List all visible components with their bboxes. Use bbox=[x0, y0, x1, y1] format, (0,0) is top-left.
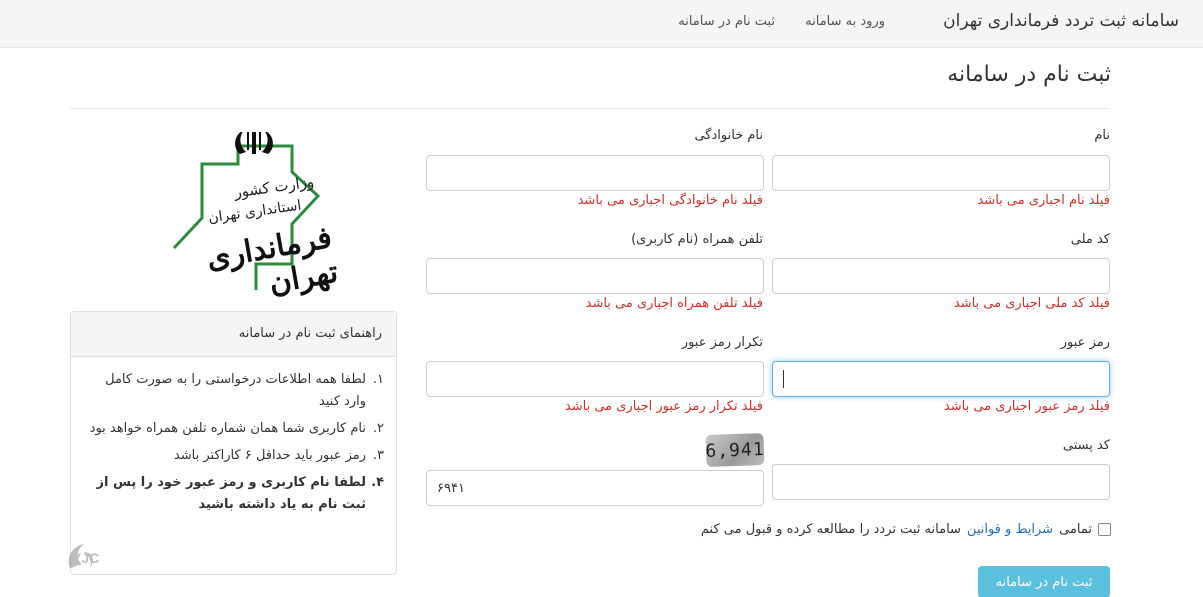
navbar-brand[interactable]: سامانه ثبت تردد فرمانداری تهران bbox=[943, 11, 1179, 31]
terms-link[interactable]: شرایط و قوانین bbox=[967, 522, 1053, 537]
guide-item: ۴. لطفا نام کاربری و رمز عبور خود را پس … bbox=[83, 472, 384, 516]
nav-login-link[interactable]: ورود به سامانه bbox=[805, 14, 885, 29]
postal-code-label: کد پستی bbox=[1062, 438, 1110, 453]
terms-suffix: سامانه ثبت تردد را مطالعه کرده و قبول می… bbox=[700, 522, 961, 537]
captcha-input[interactable] bbox=[426, 470, 764, 506]
text-caret bbox=[783, 370, 784, 388]
last-name-error: فیلد نام خانوادگی اجباری می باشد bbox=[577, 193, 763, 208]
national-code-input[interactable] bbox=[772, 258, 1110, 294]
terms-prefix: تمامی bbox=[1059, 522, 1092, 537]
password-input[interactable] bbox=[772, 361, 1110, 397]
password-repeat-error: فیلد تکرار رمز عبور اجباری می باشد bbox=[564, 399, 763, 414]
governorate-logo: وزارت کشور استانداری تهران فرمانداری تهر… bbox=[126, 128, 341, 301]
page-title: ثبت نام در سامانه bbox=[947, 62, 1111, 87]
yjc-watermark: YJC bbox=[24, 538, 106, 578]
password-repeat-input[interactable] bbox=[426, 361, 764, 397]
national-code-label: کد ملی bbox=[1070, 232, 1110, 247]
last-name-label: نام خانوادگی bbox=[694, 128, 763, 143]
last-name-input[interactable] bbox=[426, 155, 764, 191]
title-divider bbox=[70, 108, 1110, 109]
guide-item-number: ۳. bbox=[372, 448, 384, 463]
first-name-input[interactable] bbox=[772, 155, 1110, 191]
registration-guide-panel: راهنمای ثبت نام در سامانه ۱. لطفا همه اط… bbox=[70, 311, 397, 575]
top-navbar: سامانه ثبت تردد فرمانداری تهران ورود به … bbox=[0, 0, 1203, 48]
guide-item-number: ۱. bbox=[372, 372, 384, 387]
first-name-label: نام bbox=[1094, 128, 1110, 143]
terms-row: تمامی شرایط و قوانین سامانه ثبت تردد را … bbox=[701, 522, 1111, 537]
register-submit-button[interactable]: ثبت نام در سامانه bbox=[978, 566, 1110, 597]
mobile-input[interactable] bbox=[426, 258, 764, 294]
postal-code-input[interactable] bbox=[772, 464, 1110, 500]
guide-item-text: نام کاربری شما همان شماره تلفن همراه خوا… bbox=[89, 421, 366, 436]
first-name-error: فیلد نام اجباری می باشد bbox=[977, 193, 1110, 208]
watermark-text: YJC bbox=[72, 550, 100, 566]
mobile-error: فیلد تلفن همراه اجباری می باشد bbox=[585, 296, 763, 311]
guide-item: ۲. نام کاربری شما همان شماره تلفن همراه … bbox=[83, 418, 384, 440]
terms-checkbox[interactable] bbox=[1098, 523, 1111, 536]
guide-item-text: لطفا همه اطلاعات درخواستی را به صورت کام… bbox=[105, 372, 366, 409]
guide-item: ۳. رمز عبور باید حداقل ۶ کاراکتر باشد bbox=[83, 445, 384, 467]
guide-item-text: لطفا نام کاربری و رمز عبور خود را پس از … bbox=[96, 475, 366, 512]
password-label: رمز عبور bbox=[1060, 335, 1110, 350]
guide-title: راهنمای ثبت نام در سامانه bbox=[71, 312, 396, 357]
guide-item-number: ۴. bbox=[371, 475, 384, 490]
guide-list: ۱. لطفا همه اطلاعات درخواستی را به صورت … bbox=[71, 357, 396, 516]
password-repeat-label: تکرار رمز عبور bbox=[681, 335, 763, 350]
guide-item-text: رمز عبور باید حداقل ۶ کاراکتر باشد bbox=[173, 448, 366, 463]
national-code-error: فیلد کد ملی اجباری می باشد bbox=[953, 296, 1110, 311]
mobile-label: تلفن همراه (نام کاربری) bbox=[631, 232, 763, 247]
guide-item: ۱. لطفا همه اطلاعات درخواستی را به صورت … bbox=[83, 369, 384, 413]
guide-item-number: ۲. bbox=[372, 421, 384, 436]
nav-register-link[interactable]: ثبت نام در سامانه bbox=[678, 14, 775, 29]
password-error: فیلد رمز عبور اجباری می باشد bbox=[943, 399, 1110, 414]
captcha-image: 6,941 bbox=[705, 432, 765, 468]
